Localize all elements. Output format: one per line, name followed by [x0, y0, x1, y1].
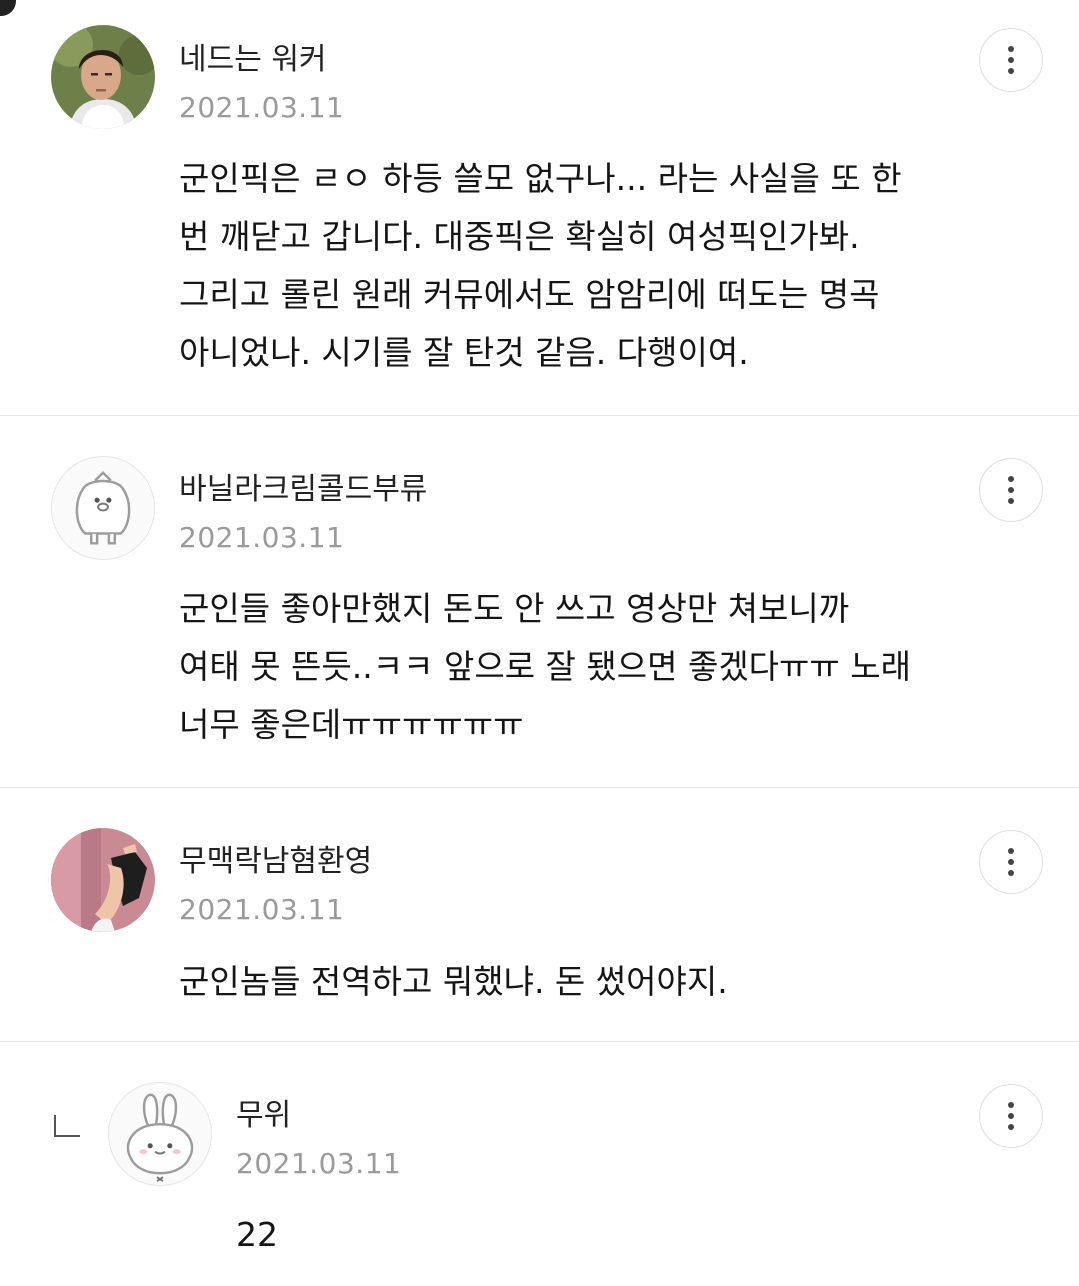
- comment-text: 군인놈들 전역하고 뭐했냐. 돈 썼어야지.: [179, 962, 728, 1001]
- more-options-button[interactable]: [979, 28, 1043, 92]
- comment-date: 2021.03.11: [179, 893, 345, 926]
- comment-date: 2021.03.11: [179, 91, 345, 124]
- avatar[interactable]: [51, 456, 155, 560]
- bunny-icon: [109, 1083, 211, 1185]
- avatar[interactable]: [108, 1082, 212, 1186]
- more-options-button[interactable]: [979, 1084, 1043, 1148]
- reply-text: 22: [236, 1215, 278, 1254]
- more-vertical-icon: [1008, 476, 1014, 482]
- more-vertical-icon: [1008, 1102, 1014, 1108]
- comment-text: 군인픽은 ㄹㅇ 하등 쓸모 없구나... 라는 사실을 또 한 번 깨닫고 갑니…: [179, 159, 902, 372]
- comment-date: 2021.03.11: [179, 521, 345, 554]
- comment-divider: [0, 787, 1079, 788]
- avatar[interactable]: [51, 25, 155, 129]
- comment-nickname[interactable]: 바닐라크림콜드부류: [179, 470, 427, 510]
- more-options-button[interactable]: [979, 458, 1043, 522]
- corner-mark: [0, 0, 16, 16]
- reply-arrow-icon: [54, 1115, 80, 1137]
- penguin-icon: [52, 457, 154, 559]
- more-vertical-icon: [1008, 46, 1014, 52]
- reply-date: 2021.03.11: [236, 1147, 402, 1180]
- reply-nickname[interactable]: 무위: [236, 1096, 291, 1136]
- comment-nickname[interactable]: 무맥락남혐환영: [179, 842, 372, 882]
- comment-divider: [0, 1041, 1079, 1042]
- comment-divider: [0, 415, 1079, 416]
- comment-text: 군인들 좋아만했지 돈도 안 쓰고 영상만 쳐보니까 여태 못 뜬듯..ㅋㅋ 앞…: [179, 589, 911, 744]
- avatar[interactable]: [51, 828, 155, 932]
- comment-nickname[interactable]: 네드는 워커: [179, 40, 327, 80]
- drawing-photo-icon: [51, 828, 155, 932]
- more-vertical-icon: [1008, 848, 1014, 854]
- person-photo-icon: [51, 25, 155, 129]
- more-options-button[interactable]: [979, 830, 1043, 894]
